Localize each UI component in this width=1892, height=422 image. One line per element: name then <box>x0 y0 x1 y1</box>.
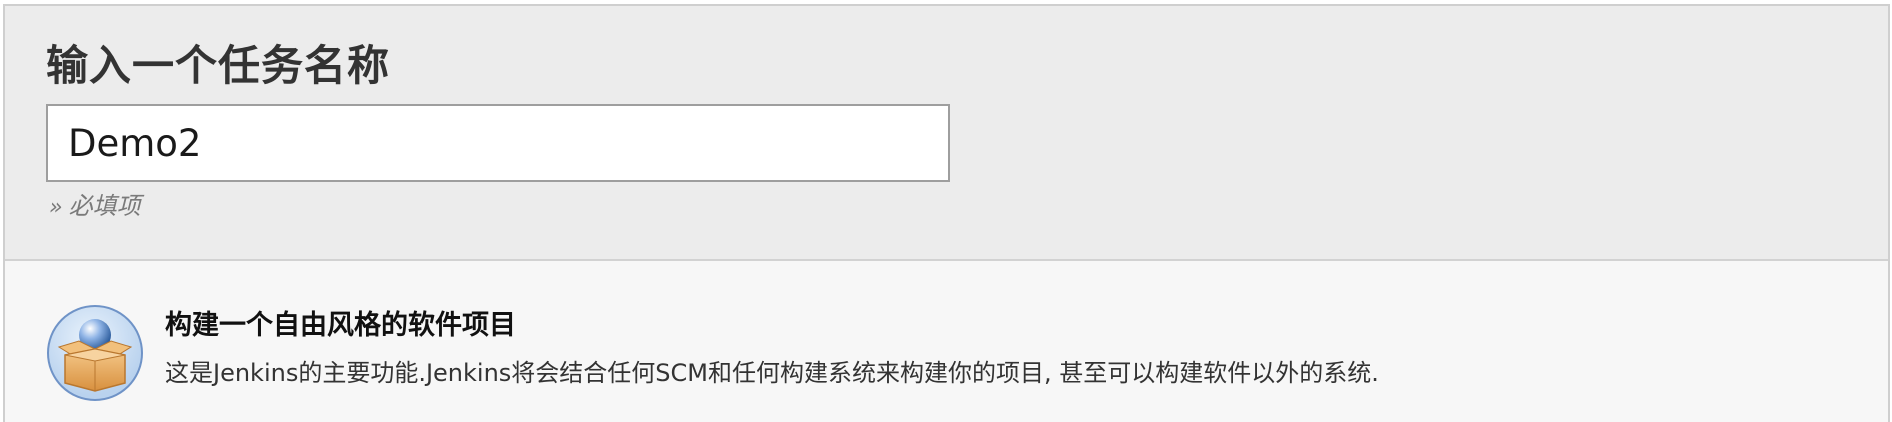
item-name-input[interactable] <box>46 104 950 182</box>
freestyle-box-icon <box>45 303 145 403</box>
job-type-description: 这是Jenkins的主要功能.Jenkins将会结合任何SCM和任何构建系统来构… <box>165 359 1379 387</box>
new-item-panel: 输入一个任务名称 »必填项 <box>3 4 1890 422</box>
required-text: 必填项 <box>68 192 141 220</box>
required-hint: » 必填项 <box>49 189 141 225</box>
job-type-title: 构建一个自由风格的软件项目 <box>165 310 516 341</box>
page-title: 输入一个任务名称 <box>46 41 391 90</box>
required-marker: » <box>49 195 63 220</box>
job-type-freestyle[interactable]: 构建一个自由风格的软件项目 这是Jenkins的主要功能.Jenkins将会结合… <box>5 261 1888 422</box>
job-type-list: 构建一个自由风格的软件项目 这是Jenkins的主要功能.Jenkins将会结合… <box>5 261 1888 422</box>
item-name-section: 输入一个任务名称 »必填项 <box>5 6 1888 261</box>
